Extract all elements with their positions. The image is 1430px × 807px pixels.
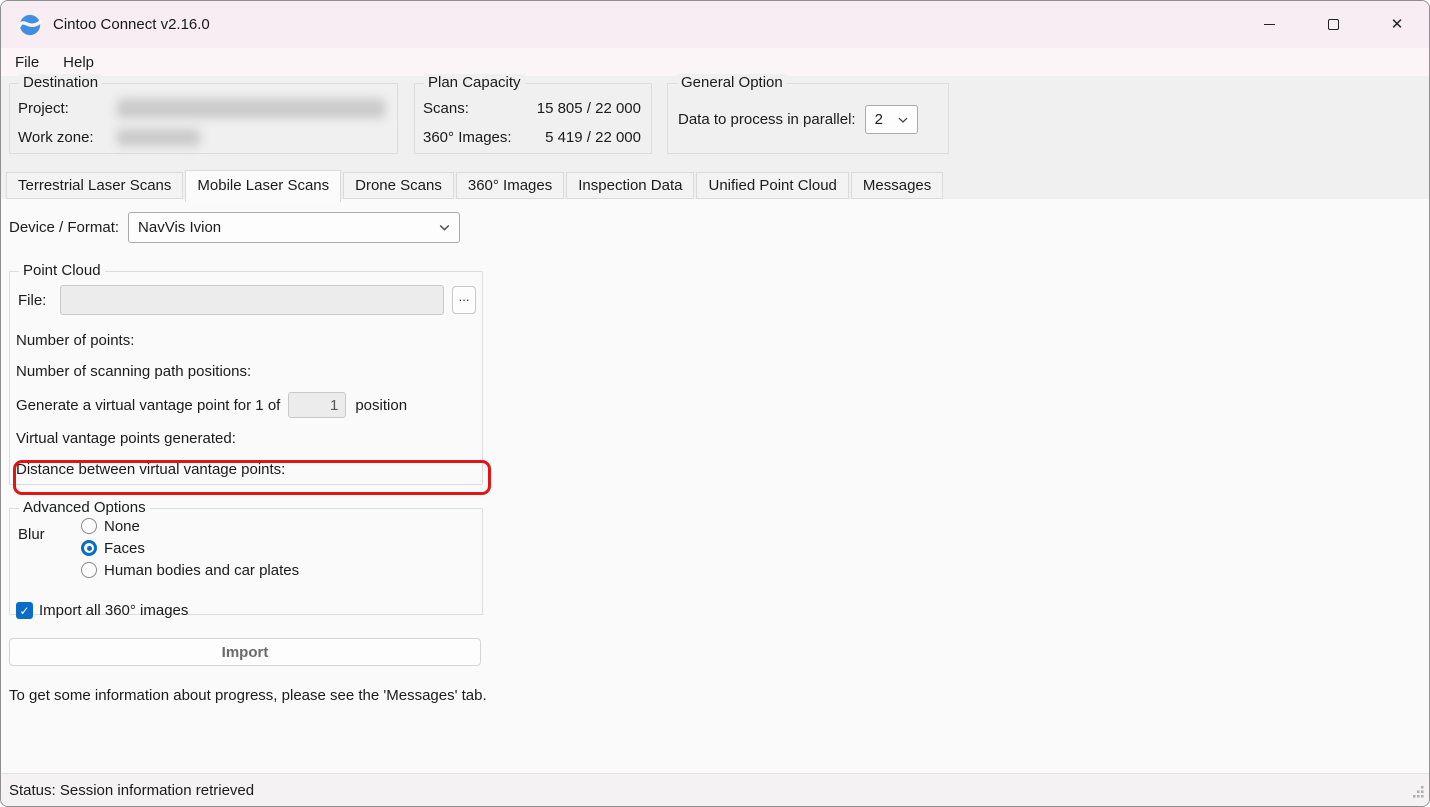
vantage-prefix-label: Generate a virtual vantage point for 1 o… xyxy=(16,396,281,414)
destination-group: Destination Project: Work zone: xyxy=(9,74,398,154)
status-bar: Status: Session information retrieved xyxy=(1,773,1429,806)
vantage-count-input[interactable]: 1 xyxy=(288,392,347,418)
blur-label: Blur xyxy=(18,526,45,543)
radio-selected-icon xyxy=(81,540,97,556)
maximize-button[interactable] xyxy=(1301,1,1365,48)
radio-label: None xyxy=(104,517,140,535)
images-360-label: 360° Images: xyxy=(423,129,512,146)
status-text: Status: Session information retrieved xyxy=(9,781,255,799)
radio-icon xyxy=(81,562,97,578)
images-360-value: 5 419 / 22 000 xyxy=(545,129,641,146)
tab-mobile-laser-scans[interactable]: Mobile Laser Scans xyxy=(185,170,342,202)
scans-value: 15 805 / 22 000 xyxy=(536,100,641,117)
menu-help[interactable]: Help xyxy=(53,51,104,74)
device-format-select[interactable]: NavVis Ivion xyxy=(128,212,461,243)
window-title: Cintoo Connect v2.16.0 xyxy=(53,16,210,33)
top-panel: Destination Project: Work zone: Plan Cap… xyxy=(1,74,1429,170)
close-icon: ✕ xyxy=(1390,16,1404,33)
radio-label: Human bodies and car plates xyxy=(104,561,300,579)
import-all-images-checkbox[interactable]: ✓ Import all 360° images xyxy=(16,602,188,619)
workzone-label: Work zone: xyxy=(18,129,94,146)
blur-radio-faces[interactable]: Faces xyxy=(81,537,299,559)
resize-grip-icon[interactable] xyxy=(1411,784,1425,802)
app-window: Cintoo Connect v2.16.0 ✕ File Help Desti… xyxy=(0,0,1430,807)
advanced-options-group: Advanced Options Blur None Faces Human b… xyxy=(9,499,483,619)
tab-terrestrial-laser-scans[interactable]: Terrestrial Laser Scans xyxy=(6,172,184,199)
tab-inspection-data[interactable]: Inspection Data xyxy=(566,172,695,199)
file-input[interactable] xyxy=(60,285,445,315)
blur-radio-human-bodies[interactable]: Human bodies and car plates xyxy=(81,559,299,581)
title-bar: Cintoo Connect v2.16.0 ✕ xyxy=(1,1,1429,48)
minimize-button[interactable] xyxy=(1237,1,1301,48)
minimize-icon xyxy=(1263,24,1275,25)
close-button[interactable]: ✕ xyxy=(1365,1,1429,48)
checkbox-checked-icon: ✓ xyxy=(16,602,33,619)
point-cloud-group: Point Cloud File: ... Number of points: … xyxy=(9,262,491,495)
blur-radio-none[interactable]: None xyxy=(81,515,299,537)
chevron-down-icon xyxy=(897,114,909,126)
scans-label: Scans: xyxy=(423,100,469,117)
tab-messages[interactable]: Messages xyxy=(850,172,944,199)
radio-icon xyxy=(81,518,97,534)
menu-file[interactable]: File xyxy=(5,51,49,74)
tab-unified-point-cloud[interactable]: Unified Point Cloud xyxy=(696,172,849,199)
menu-bar: File Help xyxy=(1,48,1429,76)
maximize-icon xyxy=(1327,19,1339,30)
vantage-suffix-label: position xyxy=(355,396,408,414)
tab-strip: Terrestrial Laser Scans Mobile Laser Sca… xyxy=(1,170,1429,202)
tab-page-mobile-laser-scans: Device / Format: NavVis Ivion Point Clou… xyxy=(1,199,1429,773)
progress-info-text: To get some information about progress, … xyxy=(9,687,487,704)
device-format-label: Device / Format: xyxy=(9,219,120,236)
chevron-down-icon xyxy=(438,221,451,234)
parallel-value: 2 xyxy=(874,111,883,128)
file-label: File: xyxy=(18,291,47,309)
general-option-legend: General Option xyxy=(677,74,787,92)
project-label: Project: xyxy=(18,100,69,117)
parallel-select[interactable]: 2 xyxy=(864,105,918,134)
plan-capacity-group: Plan Capacity Scans: 15 805 / 22 000 360… xyxy=(414,74,652,154)
scanning-path-positions-label: Number of scanning path positions: xyxy=(16,363,252,380)
vantage-generated-label: Virtual vantage points generated: xyxy=(16,430,236,447)
tab-drone-scans[interactable]: Drone Scans xyxy=(343,172,454,199)
general-option-group: General Option Data to process in parall… xyxy=(667,74,949,154)
import-button[interactable]: Import xyxy=(9,638,481,666)
browse-button[interactable]: ... xyxy=(452,286,476,314)
destination-legend: Destination xyxy=(19,74,103,92)
workzone-value-redacted xyxy=(117,129,200,146)
radio-label: Faces xyxy=(104,539,145,557)
tab-360-images[interactable]: 360° Images xyxy=(455,172,565,199)
checkbox-label: Import all 360° images xyxy=(39,602,189,619)
device-format-value: NavVis Ivion xyxy=(138,219,222,236)
cintoo-logo-icon xyxy=(17,12,43,38)
parallel-label: Data to process in parallel: xyxy=(678,111,856,128)
project-value-redacted xyxy=(117,99,385,118)
point-cloud-legend: Point Cloud xyxy=(19,262,105,280)
plan-capacity-legend: Plan Capacity xyxy=(424,74,525,92)
vantage-distance-label: Distance between virtual vantage points: xyxy=(16,461,286,478)
number-of-points-label: Number of points: xyxy=(16,332,135,349)
